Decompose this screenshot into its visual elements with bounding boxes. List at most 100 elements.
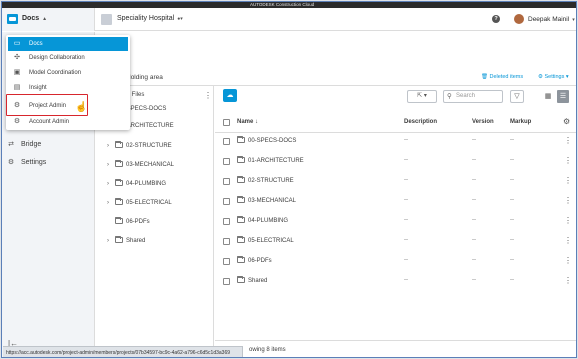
project-selector[interactable]: Speciality Hospital ●▾ (117, 15, 183, 22)
table-row[interactable]: 05-ELECTRICAL -- -- -- ⋮ (215, 232, 576, 252)
tree-item[interactable]: 06-PDFs (115, 217, 150, 225)
project-icon (101, 14, 112, 25)
app-switcher[interactable]: Docs ▲ (2, 8, 95, 31)
tree-item[interactable]: › Shared (107, 236, 145, 244)
grid-icon: ▦ (544, 93, 552, 100)
table-row[interactable]: 02-STRUCTURE -- -- -- ⋮ (215, 172, 576, 192)
menu-item-model-coordination[interactable]: ▣ Model Coordination (8, 66, 128, 80)
column-settings-icon[interactable]: ⚙ (563, 117, 570, 126)
row-checkbox[interactable] (223, 178, 230, 185)
menu-item-design-collaboration[interactable]: ✣ Design Collaboration (8, 51, 128, 65)
row-description: -- (404, 257, 408, 263)
row-checkbox[interactable] (223, 218, 230, 225)
folder-icon (237, 196, 245, 203)
file-name[interactable]: Shared (248, 278, 267, 284)
table-row[interactable]: 04-PLUMBING -- -- -- ⋮ (215, 212, 576, 232)
user-name: Deepak Mainil (528, 16, 570, 23)
row-checkbox[interactable] (223, 138, 230, 145)
table-row[interactable]: 00-SPECS-DOCS -- -- -- ⋮ (215, 132, 576, 152)
tree-item[interactable]: › 05-ELECTRICAL (107, 198, 172, 206)
search-input[interactable]: ⚲ Search (443, 90, 503, 103)
file-name[interactable]: 04-PLUMBING (248, 218, 288, 224)
tree-item-label: 05-ELECTRICAL (126, 200, 172, 206)
docs-icon: ▭ (13, 40, 21, 47)
settings-label: Settings (544, 74, 565, 80)
model-coordination-icon: ▣ (13, 69, 21, 76)
table-row[interactable]: 03-MECHANICAL -- -- -- ⋮ (215, 192, 576, 212)
upload-button[interactable]: ☁ (223, 89, 237, 102)
tree-item[interactable]: › 02-STRUCTURE (107, 141, 172, 149)
chevron-right-icon[interactable]: › (107, 143, 115, 149)
chevron-right-icon[interactable]: › (107, 162, 115, 168)
status-bar-url: https://acc.autodesk.com/project-admin/m… (3, 346, 243, 357)
gear-icon: ⚙ (7, 159, 15, 166)
user-menu[interactable]: Deepak Mainil ▾ (528, 16, 575, 23)
list-icon: ☰ (559, 93, 567, 100)
row-description: -- (404, 157, 408, 163)
tree-item[interactable]: › 03-MECHANICAL (107, 160, 174, 168)
tree-item[interactable]: › 04-PLUMBING (107, 179, 166, 187)
table-row[interactable]: Shared -- -- -- ⋮ (215, 272, 576, 292)
row-markup: -- (510, 237, 514, 243)
menu-item-account-admin[interactable]: ⚙ Account Admin (8, 115, 128, 129)
row-more-icon[interactable]: ⋮ (564, 136, 572, 145)
table-row[interactable]: 01-ARCHITECTURE -- -- -- ⋮ (215, 152, 576, 172)
file-name[interactable]: 03-MECHANICAL (248, 198, 296, 204)
help-icon[interactable]: ? (492, 15, 500, 23)
row-version: -- (472, 137, 476, 143)
row-description: -- (404, 197, 408, 203)
row-more-icon[interactable]: ⋮ (564, 176, 572, 185)
row-version: -- (472, 197, 476, 203)
folder-icon (115, 236, 123, 243)
avatar[interactable] (514, 14, 524, 24)
file-name[interactable]: 05-ELECTRICAL (248, 238, 294, 244)
row-more-icon[interactable]: ⋮ (564, 256, 572, 265)
settings-link[interactable]: ⚙ Settings ▾ (538, 74, 569, 80)
file-name[interactable]: 00-SPECS-DOCS (248, 138, 296, 144)
column-header-version[interactable]: Version (472, 119, 494, 125)
row-checkbox[interactable] (223, 258, 230, 265)
grid-view-button[interactable]: ▦ (542, 90, 554, 103)
select-all-checkbox[interactable] (223, 119, 230, 128)
sidebar-item-settings[interactable]: ⚙ Settings (7, 158, 46, 166)
row-markup: -- (510, 137, 514, 143)
row-version: -- (472, 237, 476, 243)
row-checkbox[interactable] (223, 238, 230, 245)
export-button[interactable]: ⇱ ▾ (407, 90, 437, 103)
column-header-markup[interactable]: Markup (510, 119, 531, 125)
menu-item-insight[interactable]: ▤ Insight (8, 81, 128, 95)
more-options-icon[interactable]: ⋮ (204, 91, 212, 100)
row-more-icon[interactable]: ⋮ (564, 196, 572, 205)
row-checkbox[interactable] (223, 198, 230, 205)
row-description: -- (404, 217, 408, 223)
folder-icon (237, 236, 245, 243)
list-view-button[interactable]: ☰ (557, 90, 569, 103)
menu-item-label: Account Admin (29, 119, 70, 125)
footer-divider (215, 340, 576, 341)
row-more-icon[interactable]: ⋮ (564, 276, 572, 285)
tree-item-label: 02-STRUCTURE (126, 143, 172, 149)
column-header-description[interactable]: Description (404, 119, 437, 125)
row-checkbox[interactable] (223, 158, 230, 165)
row-more-icon[interactable]: ⋮ (564, 216, 572, 225)
sidebar-item-bridge[interactable]: ⇄ Bridge (7, 140, 41, 148)
menu-item-docs[interactable]: ▭ Docs (8, 37, 128, 51)
chevron-right-icon[interactable]: › (107, 238, 115, 244)
chevron-right-icon[interactable]: › (107, 200, 115, 206)
row-description: -- (404, 237, 408, 243)
file-name[interactable]: 06-PDFs (248, 258, 272, 264)
column-header-name[interactable]: Name ↓ (237, 119, 258, 125)
table-row[interactable]: 06-PDFs -- -- -- ⋮ (215, 252, 576, 272)
chevron-right-icon[interactable]: › (107, 181, 115, 187)
bridge-icon: ⇄ (8, 141, 14, 148)
deleted-items-link[interactable]: 🗑 Deleted items (481, 74, 523, 80)
tree-item-label: 06-PDFs (126, 219, 150, 225)
tab-holding-area[interactable]: Holding area (126, 74, 163, 81)
row-more-icon[interactable]: ⋮ (564, 156, 572, 165)
row-more-icon[interactable]: ⋮ (564, 236, 572, 245)
file-name[interactable]: 02-STRUCTURE (248, 178, 294, 184)
menu-item-label: Design Collaboration (29, 55, 85, 61)
file-name[interactable]: 01-ARCHITECTURE (248, 158, 304, 164)
row-checkbox[interactable] (223, 278, 230, 285)
filter-button[interactable]: ▽ (510, 90, 524, 103)
